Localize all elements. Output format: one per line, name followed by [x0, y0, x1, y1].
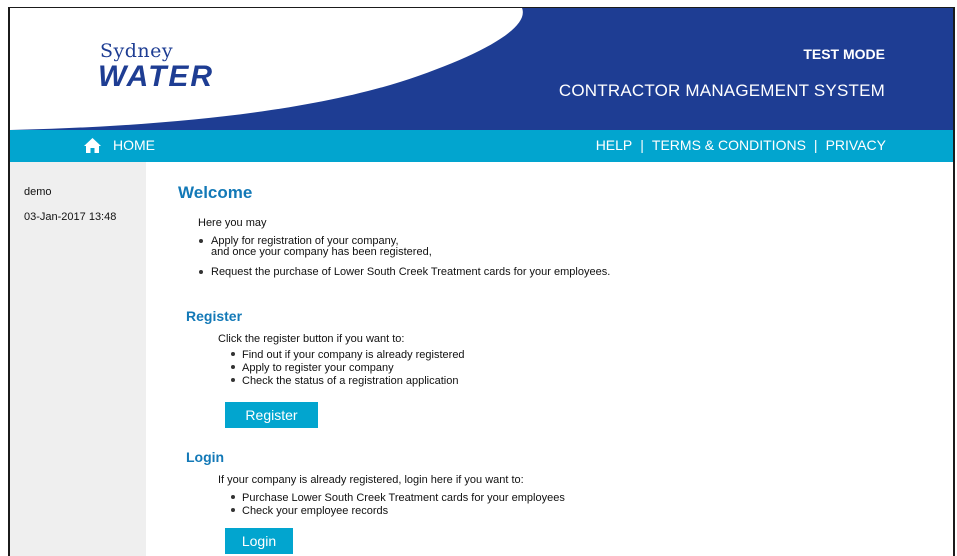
register-list: Find out if your company is already regi…	[230, 349, 465, 388]
list-item: Apply to register your company	[230, 362, 465, 375]
welcome-heading: Welcome	[178, 183, 253, 202]
list-item: Check your employee records	[230, 505, 565, 518]
welcome-intro: Here you may	[198, 217, 267, 229]
terms-link[interactable]: TERMS & CONDITIONS	[652, 137, 806, 153]
nav-separator: |	[640, 137, 644, 153]
test-mode-label: TEST MODE	[803, 46, 885, 62]
help-link[interactable]: HELP	[596, 137, 633, 153]
register-heading: Register	[186, 308, 243, 324]
system-title: CONTRACTOR MANAGEMENT SYSTEM	[558, 81, 885, 100]
home-label: HOME	[113, 137, 155, 153]
login-button[interactable]: Login	[225, 528, 293, 554]
sydney-water-logo[interactable]: Sydney WATER	[10, 8, 310, 130]
logo-text-water: WATER	[98, 60, 215, 93]
list-item: Check the status of a registration appli…	[230, 375, 465, 388]
navbar: HOME HELP | TERMS & CONDITIONS | PRIVACY	[10, 130, 953, 162]
nav-links: HELP | TERMS & CONDITIONS | PRIVACY	[596, 137, 886, 153]
sidebar-username: demo	[24, 186, 52, 198]
logo-text-sydney: Sydney	[100, 40, 174, 62]
header: Sydney WATER TEST MODE CONTRACTOR MANAGE…	[10, 8, 953, 130]
privacy-link[interactable]: PRIVACY	[826, 137, 886, 153]
list-item: Apply for registration of your company, …	[198, 236, 610, 258]
sidebar: demo 03-Jan-2017 13:48	[10, 162, 146, 556]
nav-separator: |	[813, 137, 818, 153]
welcome-list: Apply for registration of your company, …	[198, 236, 610, 287]
list-item: Find out if your company is already regi…	[230, 349, 465, 362]
app-frame: Sydney WATER TEST MODE CONTRACTOR MANAGE…	[8, 7, 955, 556]
register-button[interactable]: Register	[225, 402, 318, 428]
home-link[interactable]: HOME	[84, 137, 155, 153]
login-intro: If your company is already registered, l…	[218, 474, 524, 486]
home-icon	[84, 137, 101, 153]
list-item: Purchase Lower South Creek Treatment car…	[230, 492, 565, 505]
login-list: Purchase Lower South Creek Treatment car…	[230, 492, 565, 518]
list-item: Request the purchase of Lower South Cree…	[198, 267, 610, 278]
register-intro: Click the register button if you want to…	[218, 333, 405, 345]
login-heading: Login	[186, 449, 225, 465]
sidebar-datetime: 03-Jan-2017 13:48	[24, 211, 117, 223]
